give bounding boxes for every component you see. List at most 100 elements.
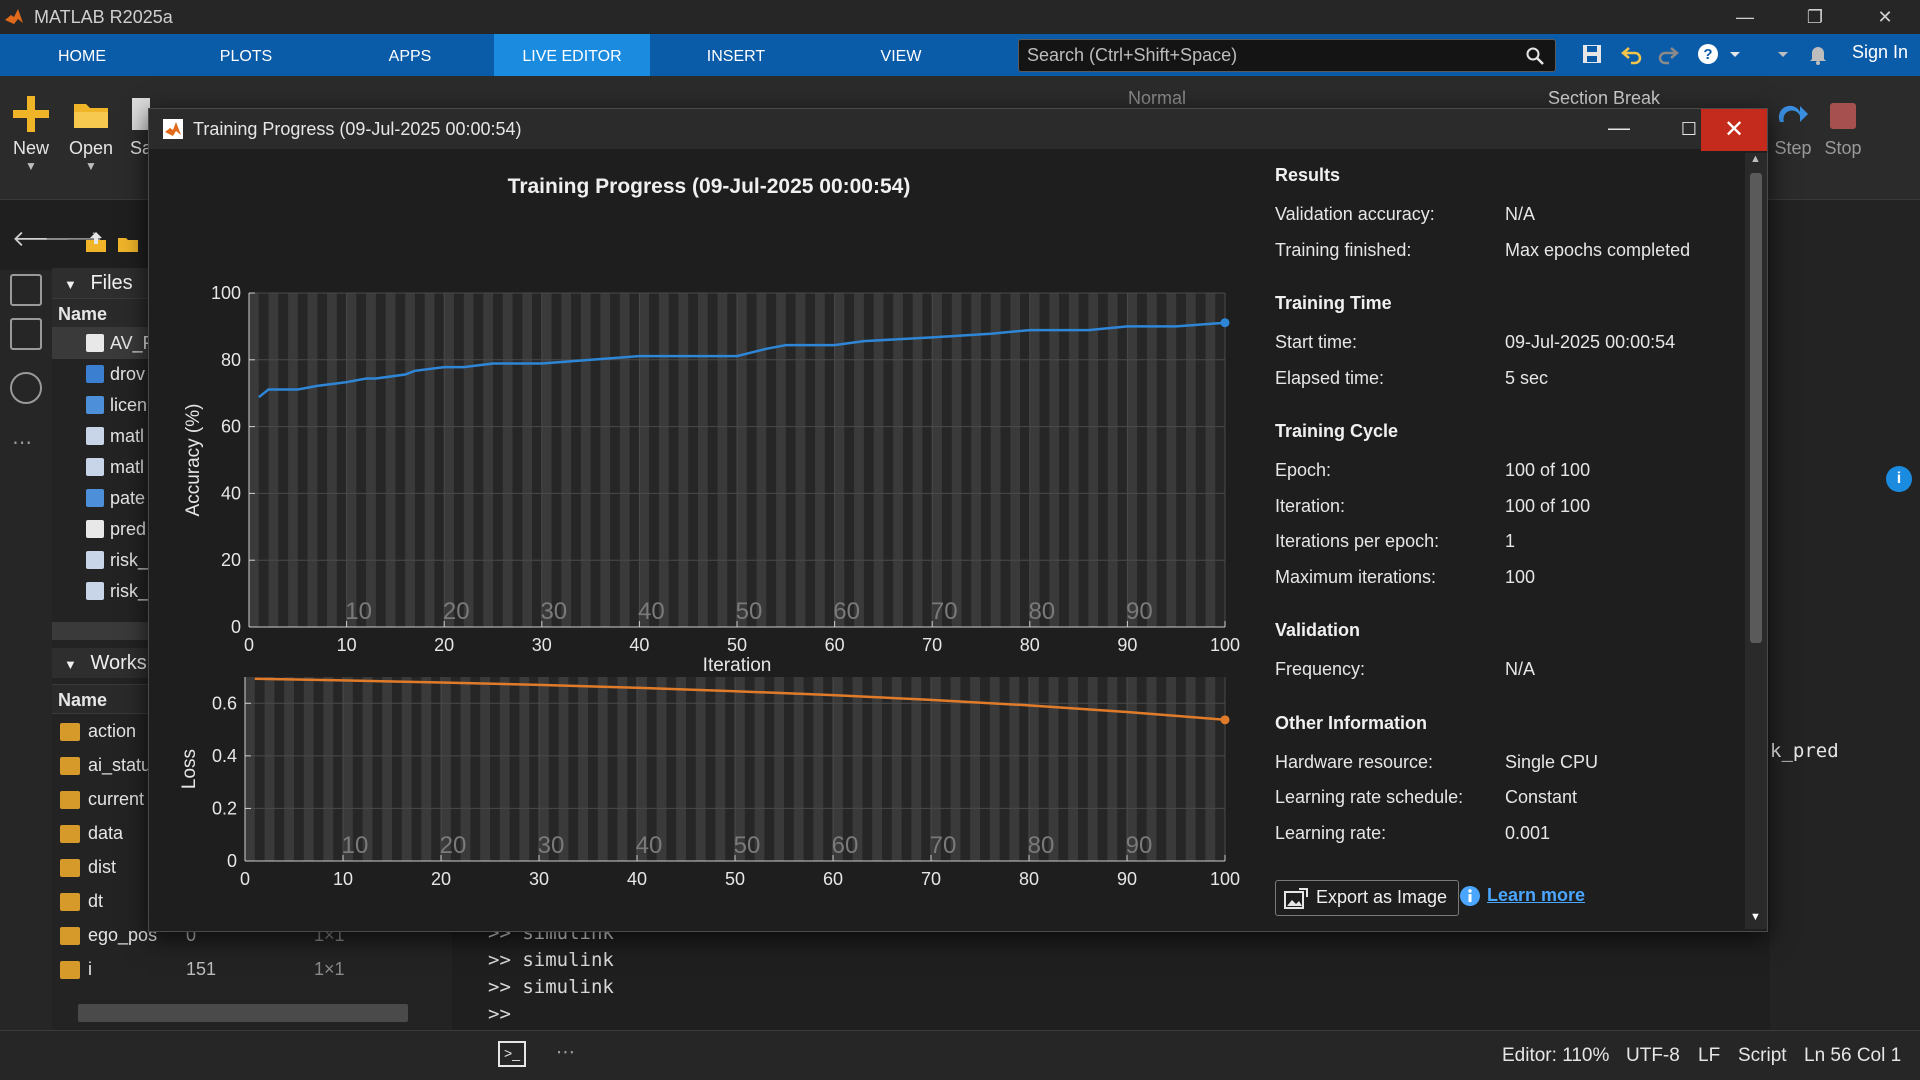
x-tick-label: 90 [1117, 635, 1137, 655]
export-label: Export as Image [1316, 887, 1448, 907]
close-button[interactable]: ✕ [1850, 0, 1920, 34]
info-label: Learning rate: [1275, 822, 1387, 843]
epoch-stripe [1166, 677, 1176, 861]
matlab-logo-icon [5, 9, 23, 24]
epoch-stripe [421, 677, 432, 861]
scroll-up-arrow-icon[interactable]: ▲ [1750, 153, 1761, 165]
training-window-titlebar[interactable]: Training Progress (09-Jul-2025 00:00:54)… [149, 109, 1767, 151]
app-title: MATLAB R2025a [34, 6, 173, 27]
info-value: 100 of 100 [1505, 460, 1591, 480]
files-panel-icon[interactable] [10, 274, 42, 306]
info-row: Frequency: N/A [1275, 656, 1735, 692]
epoch-stripe [366, 293, 376, 627]
more-options-icon[interactable]: ⋯ [12, 430, 32, 455]
y-axis-label: Loss [179, 749, 200, 789]
redo-icon[interactable] [1656, 42, 1680, 66]
tab-home[interactable]: HOME [0, 34, 164, 76]
step-label: Step [1774, 138, 1812, 158]
epoch-stripe [717, 293, 728, 627]
training-minimize-button[interactable]: — [1589, 109, 1649, 149]
epoch-stripe [346, 293, 357, 627]
stop-icon [1830, 103, 1856, 129]
scroll-down-arrow-icon[interactable]: ▼ [1750, 911, 1761, 923]
epoch-stripe [1088, 293, 1099, 627]
matrix-variable-icon [60, 825, 80, 843]
tab-insert[interactable]: INSERT [650, 34, 822, 76]
mat-file-icon [86, 551, 104, 569]
epoch-stripe [971, 293, 981, 627]
epoch-label: 30 [538, 832, 565, 859]
tab-plots[interactable]: PLOTS [164, 34, 328, 76]
normal-style-dropdown[interactable]: Normal [1128, 88, 1186, 109]
training-close-button[interactable]: ✕ [1701, 109, 1767, 151]
learn-more-link[interactable]: Learn more [1460, 885, 1585, 906]
notifications-bell-icon[interactable] [1806, 42, 1830, 66]
collapse-arrow-icon[interactable] [1776, 42, 1790, 66]
tab-view[interactable]: VIEW [822, 34, 980, 76]
stop-button[interactable]: Stop [1820, 100, 1866, 159]
info-value: 09-Jul-2025 00:00:54 [1505, 332, 1676, 352]
info-section-heading: Results [1275, 165, 1341, 185]
training-progress-window: Training Progress (09-Jul-2025 00:00:54)… [148, 108, 1768, 932]
command-line: >> simulink [488, 976, 614, 998]
mat-file-icon [86, 582, 104, 600]
epoch-stripe [932, 293, 942, 627]
step-button[interactable]: Step [1770, 100, 1816, 159]
tab-live-editor[interactable]: LIVE EDITOR [494, 34, 650, 76]
command-window[interactable]: >> simulink >> simulink >> simulink >> [470, 920, 1890, 1030]
save-icon[interactable] [1580, 42, 1604, 66]
up-folder-icon[interactable] [84, 230, 108, 254]
files-horizontal-scrollbar[interactable] [52, 622, 152, 640]
sign-in-link[interactable]: Sign In [1852, 42, 1908, 63]
epoch-stripe [756, 293, 767, 627]
folder-icon [74, 104, 108, 128]
y-tick-label: 20 [221, 550, 241, 570]
epoch-stripe [1127, 293, 1138, 627]
workspace-panel-icon[interactable] [10, 318, 42, 350]
restore-button[interactable]: ❐ [1780, 0, 1850, 34]
terminal-icon[interactable]: >_ [498, 1041, 526, 1067]
info-row: Elapsed time: 5 sec [1275, 365, 1735, 401]
tab-apps[interactable]: APPS [328, 34, 492, 76]
info-row: Learning rate schedule: Constant [1275, 784, 1735, 820]
search-placeholder: Search (Ctrl+Shift+Space) [1027, 45, 1238, 65]
epoch-stripe [480, 677, 490, 861]
status-line-ending[interactable]: LF [1698, 1045, 1720, 1067]
open-button[interactable]: Open ▼ [66, 94, 116, 173]
chevron-down-icon[interactable] [1728, 42, 1742, 66]
info-icon[interactable]: i [1886, 466, 1912, 492]
info-row: Iteration: 100 of 100 [1275, 493, 1735, 529]
chevron-down-icon: ▼ [64, 657, 77, 672]
export-as-image-button[interactable]: Export as Image [1275, 880, 1459, 916]
scrollbar-thumb[interactable] [1750, 173, 1762, 643]
y-tick-label: 60 [221, 417, 241, 437]
char-variable-icon [60, 757, 80, 775]
workspace-horizontal-scrollbar[interactable] [78, 1004, 408, 1022]
history-icon[interactable] [10, 372, 42, 404]
more-options-icon[interactable]: ⋯ [556, 1041, 575, 1064]
epoch-label: 60 [832, 832, 859, 859]
section-break-button[interactable]: Section Break [1548, 88, 1660, 109]
workspace-variable-row[interactable]: i 151 1×1 [52, 952, 452, 986]
epoch-stripe [327, 293, 337, 627]
epoch-stripe [715, 677, 726, 861]
status-encoding[interactable]: UTF-8 [1626, 1045, 1680, 1067]
text-file-icon [86, 489, 104, 507]
new-button[interactable]: New ▼ [8, 94, 54, 173]
save-button[interactable]: Sa [130, 94, 150, 159]
loss-plot: 0 10 20 30 40 50 60 70 80 90 100 0 0.2 0.4 0.6 10 20 30 40… [179, 677, 1240, 889]
help-icon[interactable]: ? [1696, 42, 1720, 66]
undo-icon[interactable] [1620, 42, 1644, 66]
search-input[interactable]: Search (Ctrl+Shift+Space) [1018, 39, 1556, 72]
x-tick-label: 40 [629, 635, 649, 655]
command-prompt: >> [488, 1003, 511, 1025]
right-side-panel: k_pred i [1770, 200, 1920, 1030]
mat-file-icon [86, 427, 104, 445]
minimize-button[interactable]: — [1710, 0, 1780, 34]
browse-folder-icon[interactable] [116, 230, 140, 254]
x-tick-label: 60 [825, 635, 845, 655]
training-window-scrollbar[interactable]: ▲ ▼ [1745, 153, 1767, 929]
epoch-label: 20 [443, 598, 470, 625]
epoch-stripe [1107, 293, 1118, 627]
epoch-stripe [1029, 293, 1040, 627]
